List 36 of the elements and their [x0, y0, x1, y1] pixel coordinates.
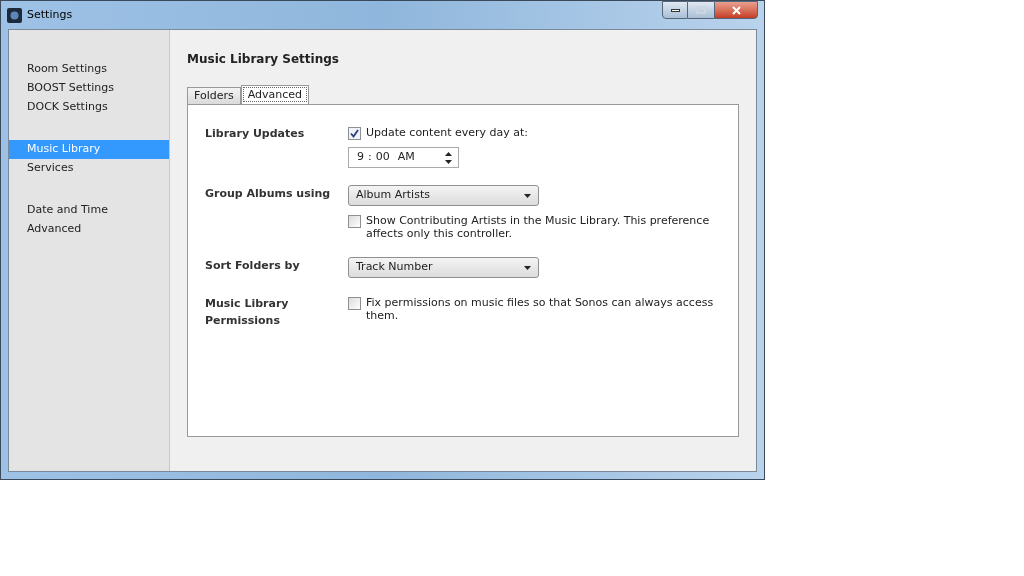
time-field[interactable]: 9 : 00 AM: [348, 147, 459, 168]
checkmark-icon: [350, 129, 359, 138]
window-title: Settings: [27, 6, 73, 23]
sidebar-item[interactable]: DOCK Settings: [9, 98, 169, 117]
page-heading: Music Library Settings: [187, 51, 340, 68]
tab[interactable]: Folders: [187, 87, 241, 104]
sidebar-item[interactable]: Date and Time: [9, 201, 169, 220]
dropdown[interactable]: Track Number: [348, 257, 539, 278]
hour-value: 9: [357, 149, 364, 166]
period-value: AM: [397, 149, 415, 166]
minimize-button[interactable]: [662, 1, 688, 19]
caret-icon: [524, 193, 531, 198]
sidebar-item[interactable]: Advanced: [9, 220, 169, 239]
sidebar-item[interactable]: Services: [9, 159, 169, 178]
checkbox[interactable]: [348, 127, 361, 140]
spinner-icon[interactable]: [445, 151, 452, 164]
setting-label: Library Updates: [205, 126, 306, 142]
setting-label: Music Library Permissions: [205, 296, 290, 329]
minute-value: 00: [375, 149, 390, 166]
tab[interactable]: Advanced: [240, 85, 310, 104]
setting-label: Group Albums using: [205, 186, 332, 202]
sidebar-item[interactable]: BOOST Settings: [9, 79, 169, 98]
maximize-button[interactable]: [688, 1, 714, 19]
sidebar-item[interactable]: Room Settings: [9, 60, 169, 79]
checkbox[interactable]: [348, 215, 361, 228]
caret-icon: [524, 265, 531, 270]
checkbox-label: Show Contributing Artists in the Music Library. This preference affects only this controller.: [366, 213, 711, 240]
dropdown[interactable]: Album Artists: [348, 185, 539, 206]
checkbox-label: Fix permissions on music files so that Sonos can always access them.: [366, 295, 715, 322]
app-icon: [7, 7, 22, 23]
checkbox[interactable]: [348, 297, 361, 310]
setting-label: Sort Folders by: [205, 258, 301, 274]
close-icon: [731, 5, 741, 15]
time-separator: :: [368, 149, 372, 166]
checkbox-label: Update content every day at:: [366, 125, 528, 139]
close-button[interactable]: [714, 1, 758, 19]
